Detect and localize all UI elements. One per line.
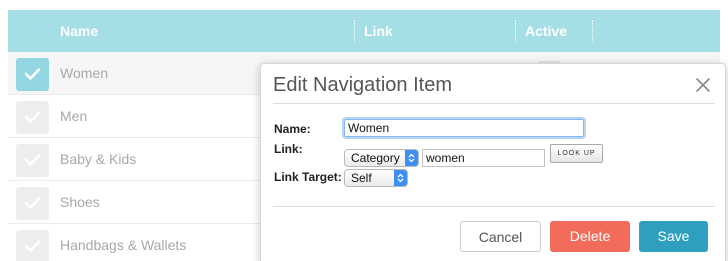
close-icon[interactable] [695, 77, 711, 93]
check-icon [24, 154, 41, 166]
row-name: Women [60, 65, 108, 81]
link-type-select[interactable]: Category [344, 149, 419, 167]
cancel-button[interactable]: Cancel [460, 221, 541, 252]
row-checkbox[interactable] [16, 58, 49, 91]
look-up-button[interactable]: LOOK UP [550, 144, 603, 163]
delete-button[interactable]: Delete [550, 221, 630, 252]
row-name: Handbags & Wallets [60, 237, 187, 253]
link-label: Link: [274, 142, 303, 156]
name-input[interactable]: Women [344, 119, 584, 137]
edit-navigation-modal: Edit Navigation Item Name: Women Link: C… [260, 63, 726, 261]
row-checkbox[interactable] [16, 187, 49, 220]
check-icon [24, 197, 41, 209]
check-icon [24, 68, 41, 80]
check-icon [24, 240, 41, 252]
row-name: Shoes [60, 194, 100, 210]
link-type-value: Category [351, 151, 400, 165]
column-divider [354, 20, 355, 42]
check-icon [24, 111, 41, 123]
column-header-name[interactable]: Name [60, 10, 98, 52]
column-divider [515, 20, 516, 42]
link-target-label: Link Target: [274, 170, 342, 184]
select-updown-icon [405, 150, 418, 166]
row-checkbox[interactable] [16, 144, 49, 177]
link-value-input[interactable]: women [422, 149, 545, 167]
column-header-active[interactable]: Active [525, 10, 567, 52]
select-updown-icon [394, 170, 407, 186]
row-checkbox[interactable] [16, 101, 49, 134]
column-header-link[interactable]: Link [364, 10, 393, 52]
link-target-value: Self [351, 171, 372, 185]
table-header: Name Link Active [8, 10, 720, 52]
modal-title: Edit Navigation Item [273, 74, 452, 96]
modal-header-divider [273, 103, 715, 104]
modal-footer-divider [273, 206, 715, 207]
link-target-select[interactable]: Self [344, 169, 408, 187]
save-button[interactable]: Save [639, 221, 708, 252]
row-checkbox[interactable] [16, 230, 49, 261]
column-divider [592, 20, 593, 42]
row-name: Men [60, 108, 88, 124]
name-label: Name: [274, 122, 311, 136]
row-name: Baby & Kids [60, 151, 137, 167]
